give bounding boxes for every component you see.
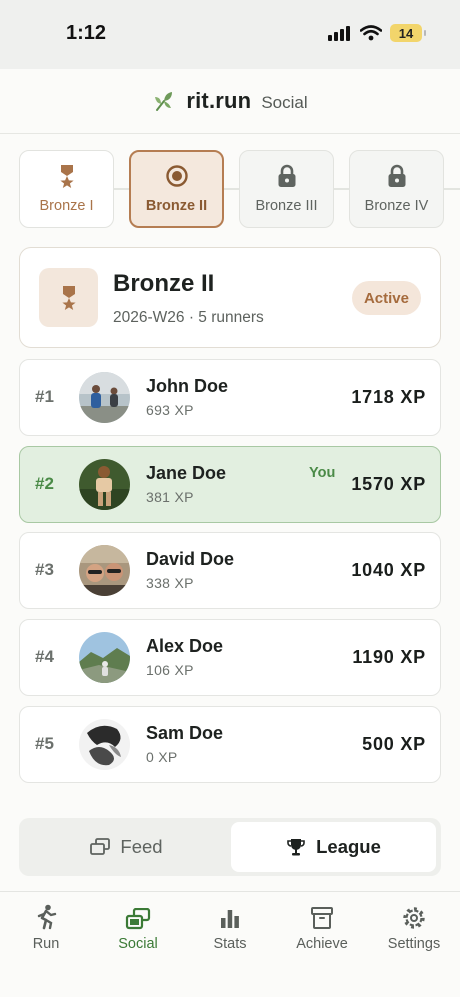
tab-stats[interactable]: Stats — [184, 904, 276, 952]
tier-label: Bronze II — [145, 198, 208, 214]
medal-icon — [61, 285, 76, 310]
league-title: Bronze II — [113, 270, 215, 297]
leaderboard-row-current-user[interactable]: #2 Jane Doe 381 XP You 1570 XP — [19, 446, 441, 523]
runner-total-xp: 1718 XP — [351, 387, 426, 407]
runner-total-xp: 1190 XP — [352, 647, 426, 667]
tier-label: Bronze I — [39, 198, 94, 214]
rank-label: #1 — [35, 387, 54, 406]
league-badge — [39, 268, 98, 327]
status-icons: 14 — [328, 24, 426, 42]
tab-achieve[interactable]: Achieve — [276, 904, 368, 952]
runner-weekly-xp: 106 XP — [146, 662, 194, 678]
battery-indicator: 14 — [390, 24, 426, 42]
social-icon — [125, 908, 151, 930]
feed-segment-label: Feed — [120, 836, 163, 857]
rank-label: #4 — [35, 647, 54, 666]
leaderboard-row[interactable]: #1 John Doe 693 XP 1718 XP — [19, 359, 441, 436]
avatar[interactable] — [79, 545, 130, 596]
cellular-signal-icon — [328, 26, 350, 41]
battery-level: 14 — [398, 25, 414, 41]
app-brand-name: rit.run — [186, 88, 252, 113]
tab-label: Achieve — [296, 936, 348, 952]
app-header: rit.run Social — [0, 69, 460, 134]
tier-card-bronze-i[interactable]: Bronze I — [19, 150, 114, 228]
lock-icon — [278, 164, 295, 187]
feed-icon — [90, 838, 111, 855]
tier-progress-strip[interactable]: Bronze I Bronze II Bronze III Bronze IV — [0, 148, 460, 230]
tab-social[interactable]: Social — [92, 904, 184, 952]
runner-total-xp: 500 XP — [362, 734, 426, 754]
runner-name: Alex Doe — [146, 636, 224, 656]
runner-weekly-xp: 338 XP — [146, 575, 194, 591]
rank-label: #3 — [35, 560, 54, 579]
runner-total-xp: 1570 XP — [351, 474, 426, 494]
tab-run[interactable]: Run — [0, 904, 92, 952]
tier-card-bronze-iv[interactable]: Bronze IV — [349, 150, 444, 228]
tier-label: Bronze IV — [364, 198, 429, 214]
league-summary-card: Bronze II 2026-W26 · 5 runners Active — [19, 247, 441, 348]
rank-label: #2 — [35, 474, 54, 493]
target-icon — [165, 165, 188, 187]
status-time: 1:12 — [66, 22, 107, 44]
tab-label: Settings — [387, 936, 441, 952]
leaderboard-row[interactable]: #4 Alex Doe 106 XP 1190 XP — [19, 619, 441, 696]
gear-icon — [403, 907, 425, 929]
tier-label: Bronze III — [255, 198, 318, 214]
leaderboard-row[interactable]: #3 David Doe 338 XP 1040 XP — [19, 532, 441, 609]
runner-name: David Doe — [146, 549, 235, 569]
status-bar: 1:12 14 — [0, 0, 460, 69]
avatar[interactable] — [79, 459, 130, 510]
archive-icon — [311, 907, 333, 929]
app-section-name: Social — [261, 92, 308, 112]
wifi-icon — [360, 25, 382, 41]
league-segment-button[interactable]: League — [231, 822, 436, 872]
you-tag: You — [309, 465, 336, 481]
runner-name: John Doe — [146, 376, 229, 396]
league-status-badge: Active — [351, 281, 421, 315]
league-meta: 2026-W26 · 5 runners — [113, 309, 264, 326]
bottom-tab-bar: Run Social Stats Achieve Settings — [0, 891, 460, 997]
leaderboard-row[interactable]: #5 Sam Doe 0 XP 500 XP — [19, 706, 441, 783]
medal-icon — [59, 165, 74, 188]
league-segment-label: League — [316, 836, 381, 857]
avatar[interactable] — [79, 372, 130, 423]
bar-chart-icon — [221, 910, 239, 928]
avatar[interactable] — [79, 632, 130, 683]
runner-icon — [37, 904, 57, 930]
runner-name: Jane Doe — [146, 463, 227, 483]
tier-card-bronze-ii[interactable]: Bronze II — [129, 150, 224, 228]
leaf-icon — [155, 92, 173, 111]
feed-league-segmented-control[interactable]: Feed League — [19, 818, 441, 876]
tab-label: Stats — [213, 936, 247, 952]
tab-label: Social — [118, 936, 158, 952]
avatar[interactable] — [79, 719, 130, 770]
runner-name: Sam Doe — [146, 723, 224, 743]
tier-card-bronze-iii[interactable]: Bronze III — [239, 150, 334, 228]
runner-weekly-xp: 381 XP — [146, 489, 194, 505]
tab-settings[interactable]: Settings — [368, 904, 460, 952]
feed-segment-button[interactable]: Feed — [24, 822, 229, 872]
trophy-icon — [287, 839, 305, 856]
runner-total-xp: 1040 XP — [351, 560, 426, 580]
lock-icon — [388, 164, 405, 187]
rank-label: #5 — [35, 734, 54, 753]
tab-label: Run — [32, 936, 60, 952]
runner-weekly-xp: 693 XP — [146, 402, 194, 418]
runner-weekly-xp: 0 XP — [146, 749, 178, 765]
